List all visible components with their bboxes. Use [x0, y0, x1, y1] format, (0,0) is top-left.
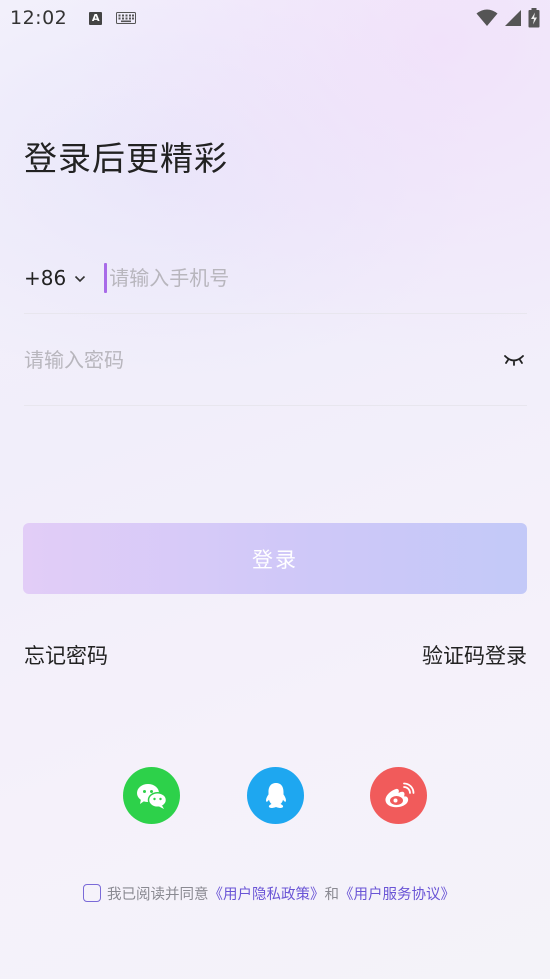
service-agreement-link[interactable]: 《用户服务协议》: [339, 883, 455, 904]
status-notification-icons: A: [89, 11, 137, 25]
password-input[interactable]: [24, 347, 464, 372]
qq-icon: [265, 782, 286, 808]
wechat-login-button[interactable]: [123, 767, 180, 824]
country-code-selector[interactable]: +86: [24, 266, 66, 290]
agreement-prefix: 我已阅读并同意: [107, 886, 209, 903]
sms-login-link[interactable]: 验证码登录: [422, 640, 527, 670]
page-title: 登录后更精彩: [24, 139, 228, 178]
signal-icon: [505, 10, 521, 26]
status-system-icons: [476, 8, 540, 28]
weibo-login-button[interactable]: [370, 767, 427, 824]
agreement-and: 和: [324, 886, 340, 903]
status-time: 12:02: [10, 7, 68, 29]
status-bar: 12:02 A: [0, 0, 550, 36]
wechat-icon: [136, 783, 167, 809]
qq-login-button[interactable]: [247, 767, 304, 824]
login-button[interactable]: 登录: [23, 523, 527, 594]
phone-field-row: +86: [24, 242, 527, 314]
weibo-icon: [384, 782, 414, 807]
chevron-down-icon[interactable]: [74, 275, 86, 283]
keyboard-icon: [116, 12, 137, 24]
text-cursor: [104, 262, 108, 293]
password-field-row: [24, 314, 527, 406]
battery-icon: [528, 8, 540, 28]
eye-closed-icon[interactable]: [503, 353, 525, 367]
forgot-password-link[interactable]: 忘记密码: [24, 640, 108, 670]
wifi-icon: [476, 9, 498, 26]
privacy-policy-link[interactable]: 《用户隐私政策》: [209, 883, 325, 904]
agreement-row: 我已阅读并同意 《用户隐私政策》 和 《用户服务协议》: [83, 883, 455, 903]
agreement-checkbox[interactable]: [83, 884, 101, 902]
a-notification-icon: A: [89, 11, 103, 25]
phone-input[interactable]: [109, 265, 470, 290]
